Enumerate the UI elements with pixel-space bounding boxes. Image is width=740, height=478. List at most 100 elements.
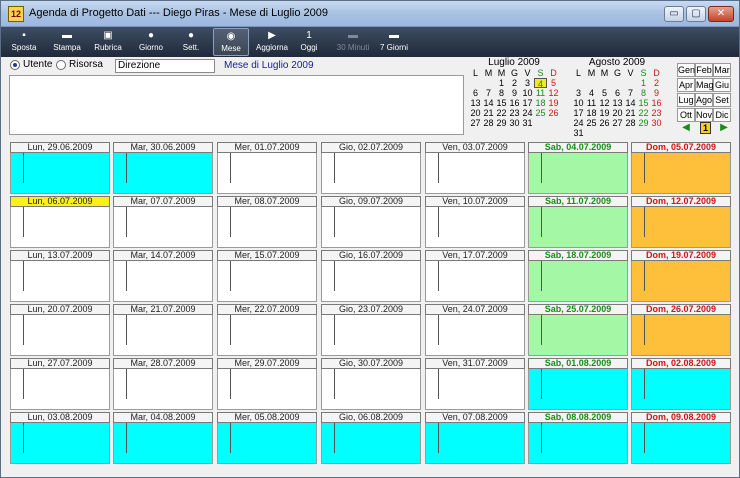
mini-calendar-day[interactable]: 3 <box>572 88 585 98</box>
mini-calendar-day[interactable]: 1 <box>495 78 508 88</box>
aggiorna-button[interactable]: ▶ Aggiorna <box>253 28 291 56</box>
day-header[interactable]: Sab, 08.08.2009 <box>528 412 628 423</box>
day-body[interactable] <box>217 315 317 356</box>
day-cell[interactable]: Sab, 25.07.2009 <box>528 304 628 356</box>
month-button-giu[interactable]: Giu <box>713 78 731 92</box>
month-button-set[interactable]: Set <box>713 93 731 107</box>
day-header[interactable]: Mer, 08.07.2009 <box>217 196 317 207</box>
day-header[interactable]: Ven, 17.07.2009 <box>425 250 525 261</box>
day-cell[interactable]: Sab, 08.08.2009 <box>528 412 628 464</box>
day-cell[interactable]: Lun, 06.07.2009 <box>10 196 110 248</box>
mini-calendar-day[interactable]: 12 <box>547 88 560 98</box>
mini-calendar-day[interactable]: 2 <box>650 78 663 88</box>
day-header[interactable]: Lun, 06.07.2009 <box>10 196 110 207</box>
mini-calendar-day[interactable]: 21 <box>624 108 637 118</box>
day-body[interactable] <box>631 153 731 194</box>
day-header[interactable]: Ven, 07.08.2009 <box>425 412 525 423</box>
mini-calendar-day[interactable]: 16 <box>508 98 521 108</box>
day-cell[interactable]: Gio, 23.07.2009 <box>321 304 421 356</box>
day-header[interactable]: Sab, 25.07.2009 <box>528 304 628 315</box>
day-body[interactable] <box>425 423 525 464</box>
mini-calendar-day[interactable]: 8 <box>495 88 508 98</box>
day-header[interactable]: Ven, 31.07.2009 <box>425 358 525 369</box>
day-cell[interactable]: Mer, 29.07.2009 <box>217 358 317 410</box>
day-header[interactable]: Gio, 16.07.2009 <box>321 250 421 261</box>
mini-calendar-day[interactable]: 31 <box>521 118 534 128</box>
month-button-apr[interactable]: Apr <box>677 78 695 92</box>
day-header[interactable]: Dom, 02.08.2009 <box>631 358 731 369</box>
day-body[interactable] <box>528 153 628 194</box>
day-cell[interactable]: Mar, 30.06.2009 <box>113 142 213 194</box>
day-header[interactable]: Mar, 14.07.2009 <box>113 250 213 261</box>
day-body[interactable] <box>321 153 421 194</box>
close-button[interactable]: ✕ <box>708 6 734 22</box>
utente-radio[interactable] <box>10 60 20 70</box>
mini-calendar-day[interactable]: 30 <box>508 118 521 128</box>
mini-calendar-day[interactable]: 26 <box>547 108 560 118</box>
mini-calendar-day[interactable]: 13 <box>611 98 624 108</box>
notes-area[interactable] <box>9 75 464 135</box>
day-header[interactable]: Dom, 05.07.2009 <box>631 142 731 153</box>
day-cell[interactable]: Mar, 14.07.2009 <box>113 250 213 302</box>
month-button-mag[interactable]: Mag <box>695 78 714 92</box>
mini-calendar-day[interactable]: 22 <box>637 108 650 118</box>
day-cell[interactable]: Dom, 12.07.2009 <box>631 196 731 248</box>
mini-calendar-day[interactable]: 15 <box>495 98 508 108</box>
day-cell[interactable]: Ven, 07.08.2009 <box>425 412 525 464</box>
month-button-gen[interactable]: Gen <box>677 63 695 77</box>
day-body[interactable] <box>321 207 421 248</box>
mini-calendar-day[interactable]: 9 <box>650 88 663 98</box>
mini-calendar-day[interactable]: 14 <box>482 98 495 108</box>
day-cell[interactable]: Sab, 18.07.2009 <box>528 250 628 302</box>
mini-calendar-day[interactable]: 8 <box>637 88 650 98</box>
mini-calendar-day[interactable]: 31 <box>572 128 585 138</box>
day-header[interactable]: Lun, 29.06.2009 <box>10 142 110 153</box>
day-body[interactable] <box>528 207 628 248</box>
mini-calendar-day[interactable]: 12 <box>598 98 611 108</box>
mini-calendar-day[interactable]: 20 <box>611 108 624 118</box>
day-body[interactable] <box>217 261 317 302</box>
day-cell[interactable]: Sab, 11.07.2009 <box>528 196 628 248</box>
mini-calendar-day[interactable]: 27 <box>469 118 482 128</box>
sposta-button[interactable]: ▪ Sposta <box>7 28 41 56</box>
day-header[interactable]: Mar, 04.08.2009 <box>113 412 213 423</box>
mini-calendar-day[interactable]: 25 <box>585 118 598 128</box>
day-cell[interactable]: Sab, 04.07.2009 <box>528 142 628 194</box>
day-body[interactable] <box>321 423 421 464</box>
settimana-button[interactable]: ● Sett. <box>177 28 205 56</box>
day-cell[interactable]: Dom, 19.07.2009 <box>631 250 731 302</box>
day-cell[interactable]: Dom, 09.08.2009 <box>631 412 731 464</box>
day-header[interactable]: Lun, 03.08.2009 <box>10 412 110 423</box>
day-cell[interactable]: Ven, 10.07.2009 <box>425 196 525 248</box>
prev-month-arrow-icon[interactable]: ◀ <box>681 123 691 133</box>
mini-calendar-day[interactable]: 20 <box>469 108 482 118</box>
day-cell[interactable]: Dom, 05.07.2009 <box>631 142 731 194</box>
day-body[interactable] <box>217 153 317 194</box>
day-header[interactable]: Lun, 20.07.2009 <box>10 304 110 315</box>
mini-calendar-day[interactable]: 7 <box>624 88 637 98</box>
mini-calendar-day[interactable]: 22 <box>495 108 508 118</box>
day-body[interactable] <box>425 153 525 194</box>
mini-calendar-day[interactable]: 24 <box>572 118 585 128</box>
mini-calendar-day[interactable]: 5 <box>598 88 611 98</box>
day-body[interactable] <box>10 423 110 464</box>
day-cell[interactable]: Gio, 09.07.2009 <box>321 196 421 248</box>
mini-calendar-day[interactable]: 3 <box>521 78 534 88</box>
mini-calendar-day[interactable]: 11 <box>534 88 547 98</box>
day-cell[interactable]: Lun, 27.07.2009 <box>10 358 110 410</box>
day-header[interactable]: Mar, 28.07.2009 <box>113 358 213 369</box>
day-cell[interactable]: Mer, 22.07.2009 <box>217 304 317 356</box>
day-cell[interactable]: Ven, 03.07.2009 <box>425 142 525 194</box>
day-header[interactable]: Gio, 02.07.2009 <box>321 142 421 153</box>
month-button-feb[interactable]: Feb <box>695 63 713 77</box>
day-cell[interactable]: Lun, 20.07.2009 <box>10 304 110 356</box>
mini-calendar-day[interactable]: 1 <box>637 78 650 88</box>
mini-calendar-day[interactable]: 6 <box>611 88 624 98</box>
day-cell[interactable]: Mer, 05.08.2009 <box>217 412 317 464</box>
day-body[interactable] <box>425 315 525 356</box>
mini-calendar-day[interactable]: 23 <box>650 108 663 118</box>
day-cell[interactable]: Mar, 21.07.2009 <box>113 304 213 356</box>
day-body[interactable] <box>113 207 213 248</box>
minimize-button[interactable]: ▭ <box>664 6 684 22</box>
mini-calendar-day[interactable]: 15 <box>637 98 650 108</box>
